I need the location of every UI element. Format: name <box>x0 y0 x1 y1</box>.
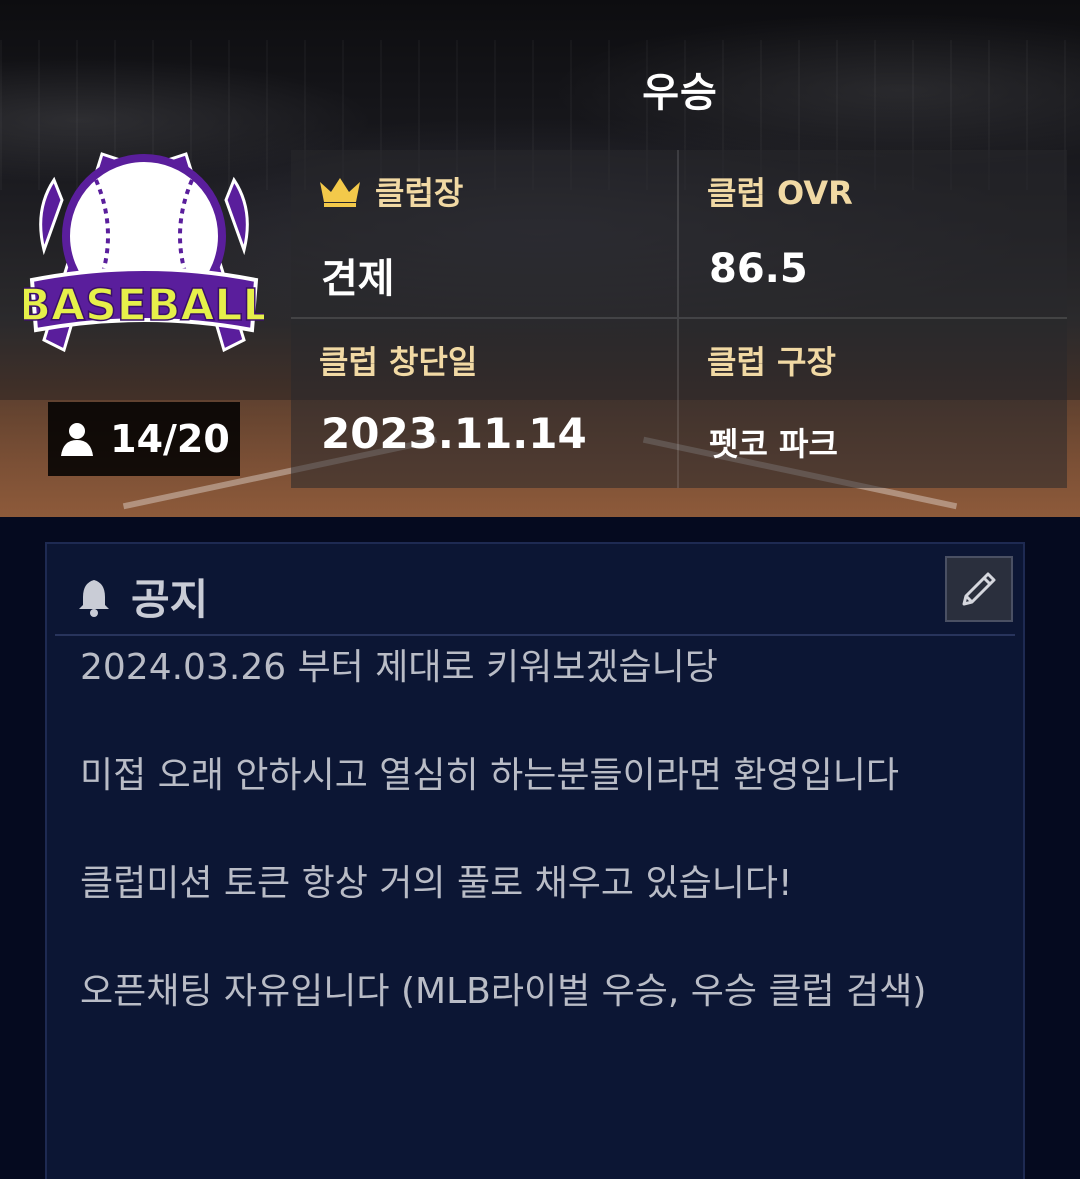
baseball-logo-icon: BASEBALL <box>17 152 271 353</box>
club-info-grid: 클럽장 견제 클럽 OVR 86.5 클럽 창단일 2023.11.14 클럽 … <box>291 150 1067 488</box>
notice-panel: 공지 2024.03.26 부터 제대로 키워보겠습니당 미접 오래 안하시고 … <box>45 542 1025 1179</box>
club-logo: BASEBALL <box>17 140 271 370</box>
club-ovr-cell: 클럽 OVR 86.5 <box>679 150 1067 319</box>
club-ovr-label: 클럽 OVR <box>707 174 853 212</box>
club-stadium-cell: 클럽 구장 펫코 파크 <box>679 319 1067 488</box>
notice-line: 오픈채팅 자유입니다 (MLB라이벌 우승, 우승 클럽 검색) <box>80 971 927 1012</box>
club-name: 우승 <box>642 70 718 116</box>
pencil-icon <box>962 572 996 606</box>
notice-line: 미접 오래 안하시고 열심히 하는분들이라면 환영입니다 <box>80 755 899 796</box>
club-leader-value: 견제 <box>321 256 395 302</box>
logo-text: BASEBALL <box>24 280 264 331</box>
club-leader-label-row: 클럽장 <box>317 168 463 214</box>
club-stadium-value: 펫코 파크 <box>709 425 838 463</box>
notice-body: 2024.03.26 부터 제대로 키워보겠습니당 미접 오래 안하시고 열심히… <box>80 642 1010 1074</box>
member-count: 14/20 <box>110 417 230 461</box>
notice-divider <box>55 634 1015 636</box>
club-page: 우승 BASEBALL 14/20 클럽장 견제 클럽 OVR 86.5 클럽 … <box>0 0 1080 1179</box>
notice-line: 클럽미션 토큰 항상 거의 풀로 채우고 있습니다! <box>80 863 793 904</box>
bell-icon <box>79 579 109 617</box>
notice-header: 공지 <box>77 566 208 627</box>
club-leader-label: 클럽장 <box>375 174 464 212</box>
club-founded-value: 2023.11.14 <box>321 409 587 458</box>
edit-notice-button[interactable] <box>945 556 1013 622</box>
notice-line: 2024.03.26 부터 제대로 키워보겠습니당 <box>80 647 718 688</box>
person-icon <box>61 423 94 456</box>
crown-icon <box>317 174 363 208</box>
club-leader-cell: 클럽장 견제 <box>291 150 679 319</box>
club-ovr-value: 86.5 <box>709 246 808 292</box>
member-count-badge: 14/20 <box>48 402 240 476</box>
notice-title: 공지 <box>131 575 209 624</box>
club-stadium-label: 클럽 구장 <box>707 343 836 381</box>
club-header: 우승 BASEBALL 14/20 클럽장 견제 클럽 OVR 86.5 클럽 … <box>0 0 1080 517</box>
club-founded-cell: 클럽 창단일 2023.11.14 <box>291 319 679 488</box>
club-founded-label: 클럽 창단일 <box>319 343 478 381</box>
